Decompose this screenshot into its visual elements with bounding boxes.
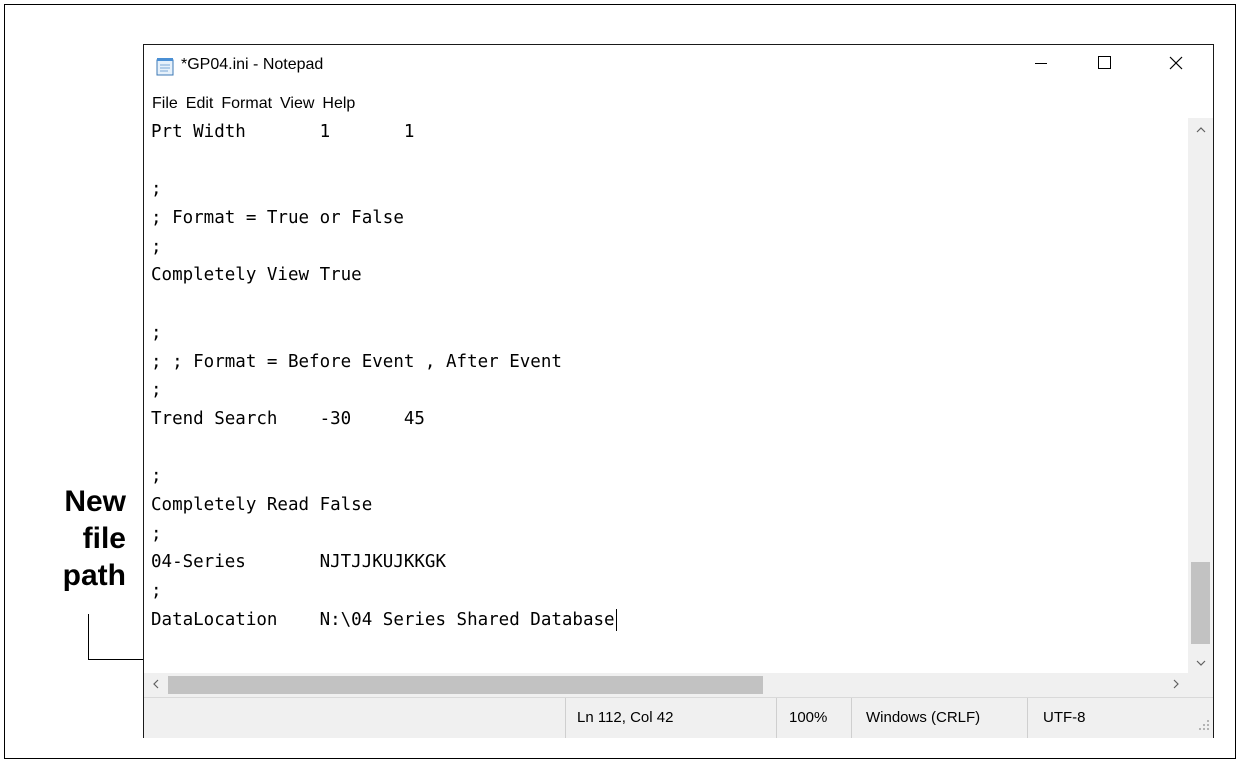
resize-grip-icon[interactable] bbox=[1198, 718, 1210, 735]
editor-line: ; ; Format = Before Event , After Event bbox=[151, 351, 562, 372]
menu-format[interactable]: Format bbox=[217, 93, 276, 115]
chevron-right-icon bbox=[1173, 676, 1179, 694]
editor-line: ; Format = True or False bbox=[151, 208, 404, 229]
editor-line: ; bbox=[151, 581, 162, 601]
status-separator bbox=[565, 698, 566, 738]
close-icon bbox=[1169, 56, 1183, 75]
chevron-up-icon bbox=[1196, 120, 1206, 138]
menu-edit[interactable]: Edit bbox=[182, 93, 218, 115]
scroll-up-button[interactable] bbox=[1188, 118, 1213, 140]
status-separator bbox=[776, 698, 777, 738]
editor-line: ; bbox=[151, 466, 162, 487]
editor-line: Completely Read False bbox=[151, 494, 373, 515]
text-editor[interactable]: Prt Width 1 1 ; ; Format = True or False… bbox=[144, 118, 1188, 673]
text-caret bbox=[615, 608, 617, 631]
maximize-icon bbox=[1097, 56, 1111, 74]
status-line-ending: Windows (CRLF) bbox=[866, 709, 981, 726]
notepad-icon bbox=[156, 57, 174, 76]
status-bar: Ln 112, Col 42 100% Windows (CRLF) UTF-8 bbox=[144, 697, 1213, 738]
status-separator bbox=[1027, 698, 1028, 738]
status-cursor-position: Ln 112, Col 42 bbox=[577, 709, 674, 726]
menu-file[interactable]: File bbox=[144, 93, 182, 115]
scroll-left-button[interactable] bbox=[144, 673, 168, 697]
editor-line-current: DataLocation N:\04 Series Shared Databas… bbox=[151, 606, 617, 635]
maximize-button[interactable] bbox=[1074, 45, 1134, 85]
scroll-down-button[interactable] bbox=[1188, 651, 1213, 673]
editor-line: Prt Width 1 1 bbox=[151, 122, 415, 142]
chevron-left-icon bbox=[153, 676, 159, 694]
editor-line: ; bbox=[151, 380, 162, 401]
vertical-scrollbar[interactable] bbox=[1188, 118, 1213, 673]
menu-bar: File Edit Format View Help bbox=[144, 93, 359, 115]
close-button[interactable] bbox=[1146, 45, 1206, 85]
editor-line-text: DataLocation N:\04 Series Shared Databas… bbox=[151, 609, 615, 630]
editor-line: ; bbox=[151, 322, 162, 343]
menu-view[interactable]: View bbox=[276, 93, 318, 115]
editor-line: Completely View True bbox=[151, 265, 362, 286]
callout-label: New file path bbox=[30, 483, 126, 594]
vertical-scroll-thumb[interactable] bbox=[1191, 562, 1210, 644]
callout-leader bbox=[88, 614, 89, 660]
callout-line: file bbox=[82, 522, 126, 555]
callout-line: path bbox=[62, 559, 126, 592]
horizontal-scrollbar[interactable] bbox=[144, 673, 1188, 697]
editor-line: 04-Series NJTJJKUJKKGK bbox=[151, 552, 447, 573]
status-encoding: UTF-8 bbox=[1043, 709, 1086, 726]
callout-leader bbox=[88, 659, 143, 660]
window-title: *GP04.ini - Notepad bbox=[181, 56, 324, 73]
editor-line: ; bbox=[151, 523, 162, 544]
horizontal-scroll-thumb[interactable] bbox=[168, 676, 763, 694]
minimize-button[interactable] bbox=[1011, 45, 1071, 85]
minimize-icon bbox=[1035, 56, 1047, 74]
chevron-down-icon bbox=[1196, 653, 1206, 671]
scrollbar-corner bbox=[1188, 673, 1213, 697]
title-bar[interactable]: *GP04.ini - Notepad bbox=[144, 45, 1213, 89]
menu-help[interactable]: Help bbox=[318, 93, 359, 115]
callout-line: New bbox=[64, 485, 126, 518]
scroll-right-button[interactable] bbox=[1164, 673, 1188, 697]
editor-line: Trend Search -30 45 bbox=[151, 408, 425, 429]
editor-line: ; bbox=[151, 236, 162, 257]
notepad-window: *GP04.ini - Notepad File Edit Format Vie… bbox=[143, 44, 1214, 738]
status-zoom: 100% bbox=[789, 709, 828, 726]
editor-line: ; bbox=[151, 179, 162, 200]
status-separator bbox=[851, 698, 852, 738]
